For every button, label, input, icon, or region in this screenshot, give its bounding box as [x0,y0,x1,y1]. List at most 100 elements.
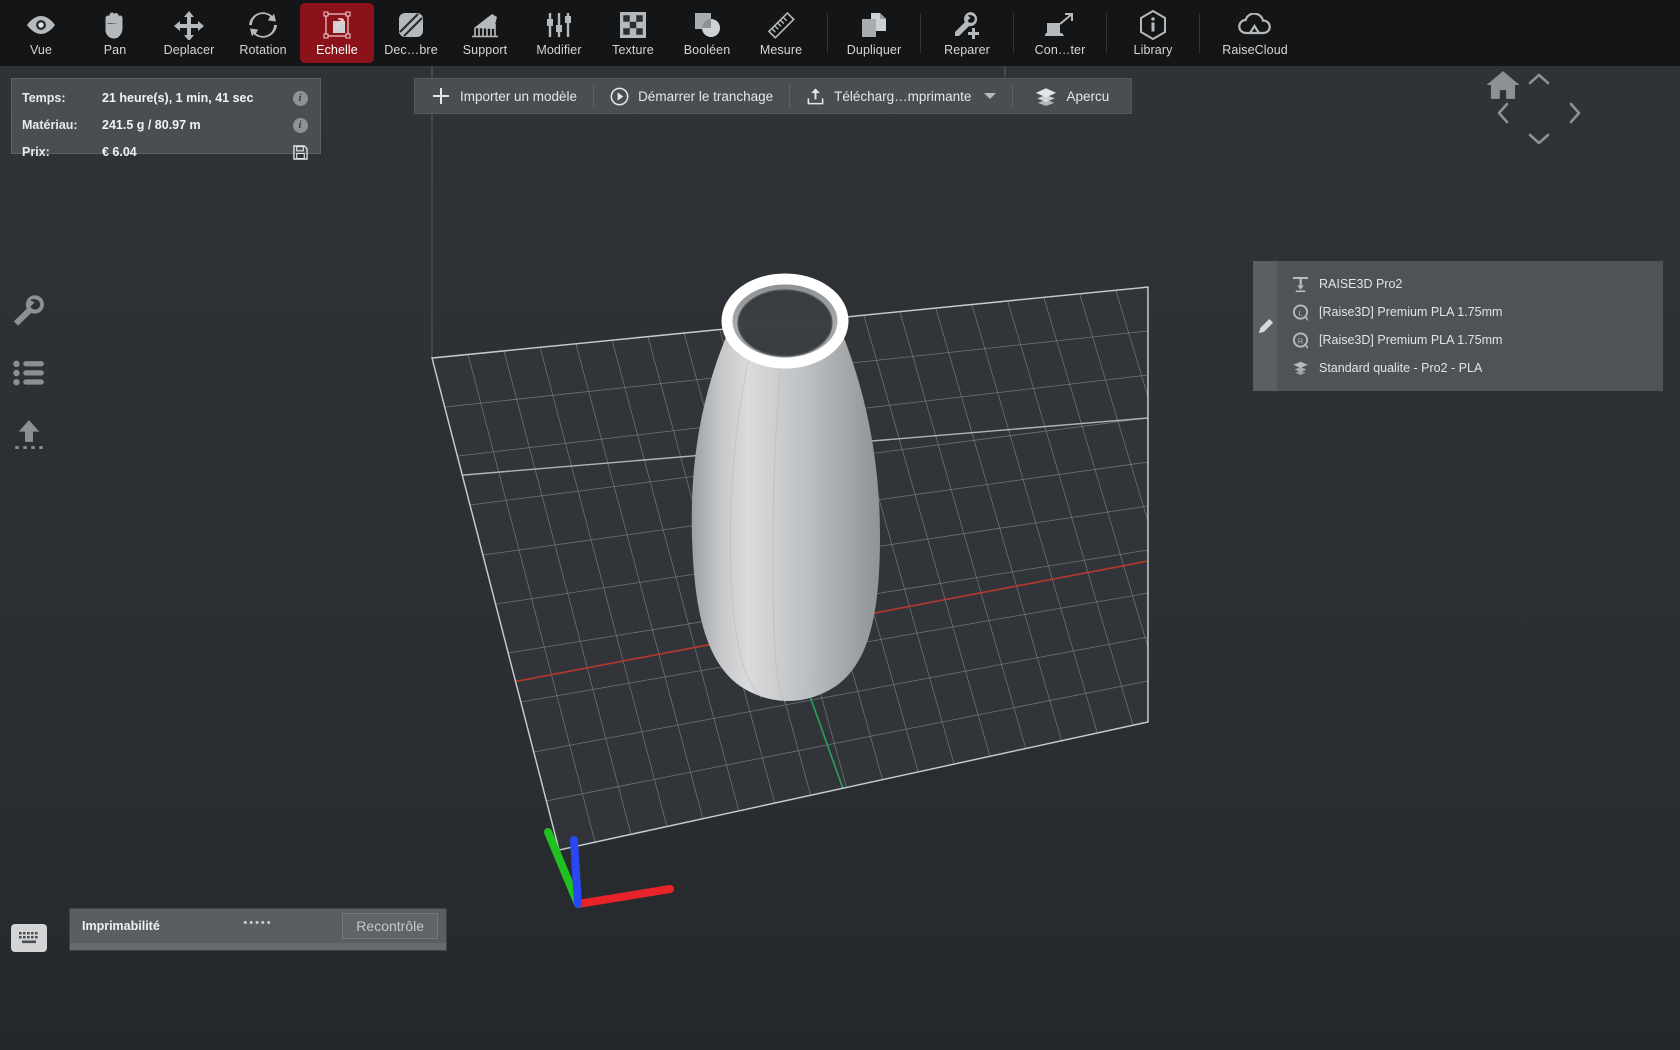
chevron-down-icon[interactable] [984,93,997,99]
tool-label: Dec…bre [384,42,438,57]
upload-tool[interactable] [0,404,58,466]
settings-row-text: [Raise3D] Premium PLA 1.75mm [1319,333,1503,347]
tool-label: Dupliquer [846,42,902,57]
tool-raisecloud[interactable]: RaiseCloud [1209,0,1301,66]
main-toolbar: Vue Pan Deplacer Rotation Echelle Dec…br… [0,0,1680,66]
info-label: Prix: [22,145,50,159]
nav-left-button[interactable] [1490,96,1516,130]
wrench-icon [13,295,44,326]
status-main-row: Imprimabilité ••••• Recontrôle [70,909,446,943]
material-info-button[interactable]: i [290,117,310,133]
toolbar-separator [1013,13,1014,53]
save-icon [292,144,308,160]
nav-down-button[interactable] [1522,126,1556,152]
support-icon [470,10,500,40]
tool-dupliquer[interactable]: Dupliquer [837,0,911,66]
printability-status-bar: Imprimabilité ••••• Recontrôle [69,908,447,951]
tool-booleen[interactable]: Booléen [670,0,744,66]
upload-icon [15,420,43,450]
play-circle-icon [610,87,629,105]
save-price-button[interactable] [290,144,310,160]
tool-modifier[interactable]: Modifier [522,0,596,66]
print-info-panel: Temps: 21 heure(s), 1 min, 41 sec i Maté… [11,78,321,160]
cloud-icon [1237,10,1273,40]
upload-to-printer-label: Télécharg…mprimante [834,88,972,104]
tool-decoupe[interactable]: Dec…bre [374,0,448,66]
printer-icon [1291,276,1309,293]
duplicate-icon [860,10,888,40]
sliders-icon [545,10,573,40]
info-row-materiau: Matériau: 241.5 g / 80.97 m i [22,114,310,136]
virtual-keyboard-button[interactable] [11,924,47,952]
upload-to-printer-button[interactable]: Télécharg…mprimante [790,79,1012,113]
tool-label: Rotation [239,42,287,57]
start-slicing-button[interactable]: Démarrer le tranchage [594,79,789,113]
action-toolbar: Importer un modèle Démarrer le tranchage… [414,78,1133,114]
time-info-button[interactable]: i [290,90,310,106]
scale-icon [323,10,351,40]
settings-row-text: [Raise3D] Premium PLA 1.75mm [1319,305,1503,319]
info-value: 21 heure(s), 1 min, 41 sec [102,91,254,105]
tool-support[interactable]: Support [448,0,522,66]
settings-row-text: RAISE3D Pro2 [1319,277,1403,291]
eye-icon [24,10,58,40]
viewport-3d[interactable] [0,66,1680,1050]
info-label: Matériau: [22,118,78,132]
tool-pan[interactable]: Pan [78,0,152,66]
ruler-icon [767,10,795,40]
settings-row-filament-right[interactable]: R [Raise3D] Premium PLA 1.75mm [1277,326,1663,354]
tool-deplacer[interactable]: Deplacer [152,0,226,66]
tool-echelle[interactable]: Echelle [300,3,374,63]
printability-label: Imprimabilité [82,919,160,933]
settings-row-filament-left[interactable]: L [Raise3D] Premium PLA 1.75mm [1277,298,1663,326]
cut-plane-icon [397,10,425,40]
import-model-button[interactable]: Importer un modèle [415,79,593,113]
layers-icon [1291,360,1309,377]
settings-tool[interactable] [0,280,58,342]
edit-settings-tab[interactable] [1253,261,1277,391]
tool-label: Mesure [759,42,803,57]
settings-row-printer[interactable]: RAISE3D Pro2 [1277,270,1663,298]
settings-row-text: Standard qualite - Pro2 - PLA [1319,361,1483,375]
filament-left-icon: L [1291,303,1309,321]
toolbar-separator [920,13,921,53]
list-icon [13,360,44,386]
nav-up-button[interactable] [1522,66,1556,92]
info-value: 241.5 g / 80.97 m [102,118,201,132]
plus-icon [433,88,449,104]
tool-vue[interactable]: Vue [4,0,78,66]
nav-right-button[interactable] [1562,96,1588,130]
info-label: Temps: [22,91,66,105]
chevron-up-icon [1528,73,1550,85]
start-slicing-label: Démarrer le tranchage [638,88,774,104]
keyboard-icon [19,932,38,944]
tool-connecter[interactable]: Con…ter [1023,0,1097,66]
tool-texture[interactable]: Texture [596,0,670,66]
tool-label: Reparer [944,42,990,57]
tool-label: Con…ter [1034,42,1086,57]
hand-icon [101,10,129,40]
model-list-tool[interactable] [0,342,58,404]
progress-dots: ••••• [243,917,273,929]
view-navigation-controls [1484,66,1594,176]
tool-label: RaiseCloud [1222,42,1288,57]
chevron-down-icon [1528,133,1550,145]
left-tool-rail [0,280,58,466]
tool-label: Support [462,42,508,57]
info-value: € 6.04 [102,145,137,159]
recheck-button[interactable]: Recontrôle [342,913,438,939]
chevron-left-icon [1497,102,1509,124]
info-badge-icon: i [292,117,308,133]
tool-rotation[interactable]: Rotation [226,0,300,66]
status-footer-strip [70,943,446,950]
boolean-icon [693,10,721,40]
tool-mesure[interactable]: Mesure [744,0,818,66]
tool-reparer[interactable]: Reparer [930,0,1004,66]
preview-button[interactable]: Apercu [1013,79,1131,113]
ideamaker-window: Vue Pan Deplacer Rotation Echelle Dec…br… [0,0,1680,1050]
layers-preview-icon [1036,87,1057,106]
tool-label: Deplacer [163,42,215,57]
upload-tray-icon [807,87,824,104]
tool-library[interactable]: Library [1116,0,1190,66]
settings-row-quality[interactable]: Standard qualite - Pro2 - PLA [1277,354,1663,382]
